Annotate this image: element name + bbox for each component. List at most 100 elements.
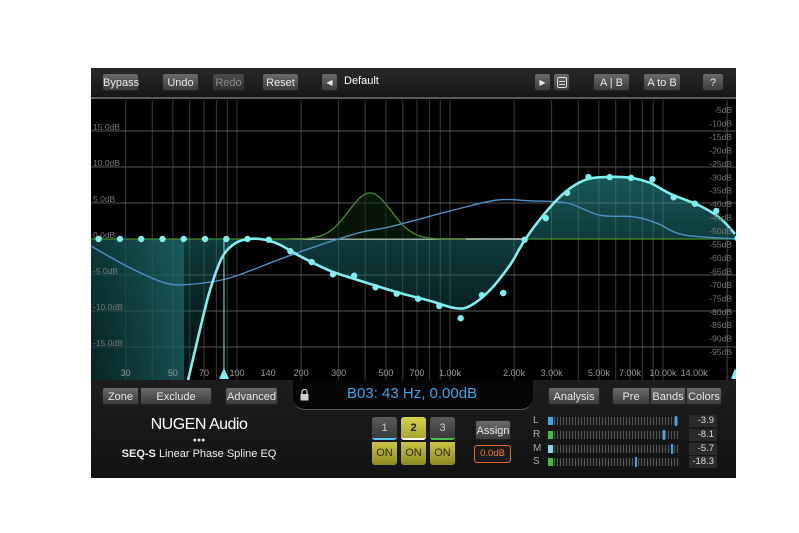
freq-label: 14.00k [681, 368, 709, 378]
zone-button[interactable]: Zone [102, 387, 139, 405]
advanced-button[interactable]: Advanced [225, 387, 278, 405]
level-meter-S [548, 457, 680, 467]
freq-label: 3.00k [541, 368, 564, 378]
spline-point[interactable] [627, 174, 635, 181]
assign-button[interactable]: Assign [475, 420, 511, 440]
exclude-button[interactable]: Exclude [140, 387, 212, 405]
product-desc: Linear Phase Spline EQ [158, 448, 277, 460]
assign-gain-field[interactable]: 0.0dB [474, 445, 511, 463]
preset-list-button[interactable] [553, 73, 570, 91]
spline-point[interactable] [223, 235, 230, 243]
meter-peak [662, 430, 665, 440]
analysis-button[interactable]: Analysis [548, 387, 600, 405]
eq-graph[interactable]: 15.0dB10.0dB5.0dB0.0dB-5.0dB-10.0dB-15.0… [91, 100, 736, 380]
spline-point[interactable] [478, 291, 486, 299]
spline-point[interactable] [159, 235, 166, 243]
bands-button[interactable]: Bands [650, 387, 686, 405]
spline-point[interactable] [713, 207, 720, 215]
spline-point[interactable] [500, 289, 507, 297]
undo-button[interactable]: Undo [162, 73, 199, 91]
ab-toggle-button[interactable]: A | B [593, 73, 630, 91]
preset-name[interactable]: Default [344, 75, 379, 87]
band-on-toggle-1[interactable]: ON [372, 442, 397, 465]
band-select-3[interactable]: 3 [430, 417, 455, 440]
arrow-left-icon: ◀ [326, 78, 333, 87]
a-to-b-button[interactable]: A to B [643, 73, 681, 91]
level-meter-R [548, 430, 680, 440]
right-db-label: -70dB [709, 280, 732, 290]
freq-label: 300 [331, 368, 346, 378]
right-db-label: -40dB [709, 199, 732, 209]
spline-point[interactable] [308, 258, 315, 266]
spline-point[interactable] [563, 189, 571, 197]
spline-point[interactable] [521, 236, 528, 243]
band-on-toggle-2[interactable]: ON [401, 442, 426, 465]
freq-label: 10.00k [649, 368, 677, 378]
freq-label: 2.00k [503, 368, 526, 378]
meter-label-S: S [533, 456, 540, 467]
spline-point[interactable] [457, 315, 464, 322]
spline-point[interactable] [350, 272, 358, 279]
right-db-label: -55dB [709, 240, 732, 250]
spline-point[interactable] [585, 173, 592, 181]
db-label: -5.0dB [93, 266, 118, 276]
spline-point[interactable] [180, 235, 187, 243]
band-select-1[interactable]: 1 [372, 417, 397, 440]
redo-button[interactable]: Redo [212, 73, 245, 91]
spline-point[interactable] [201, 235, 209, 243]
preset-next-button[interactable]: ▶ [534, 73, 551, 91]
spline-point[interactable] [393, 290, 400, 297]
bypass-button[interactable]: Bypass [102, 73, 139, 91]
spline-point[interactable] [287, 248, 294, 255]
pre-button[interactable]: Pre [612, 387, 650, 405]
spline-point[interactable] [95, 235, 102, 243]
freq-label: 5.00k [588, 368, 611, 378]
band-bell-curve[interactable] [274, 192, 466, 240]
spline-point[interactable] [137, 235, 145, 243]
spline-point[interactable] [116, 235, 124, 243]
lock-icon[interactable] [300, 388, 309, 401]
spline-point[interactable] [329, 271, 337, 278]
meter-peak [635, 457, 638, 467]
right-db-label: -15dB [709, 132, 732, 142]
right-db-label: -65dB [709, 266, 732, 276]
colors-button[interactable]: Colors [686, 387, 722, 405]
right-db-label: -5dB [714, 105, 732, 115]
product-title: SEQ-S Linear Phase Spline EQ [121, 448, 277, 460]
arrow-right-icon: ▶ [539, 78, 546, 87]
spline-point[interactable] [436, 302, 443, 310]
right-db-label: -85dB [709, 320, 732, 330]
spline-point[interactable] [414, 295, 422, 302]
spline-point[interactable] [372, 284, 379, 291]
freq-label: 140 [261, 368, 276, 378]
help-button[interactable]: ? [702, 73, 724, 91]
spline-point[interactable] [670, 194, 677, 201]
meter-fill [548, 431, 554, 439]
band-select-2[interactable]: 2 [401, 417, 426, 440]
meter-label-L: L [533, 415, 539, 426]
right-db-label: -30dB [709, 172, 732, 182]
band-on-toggle-3[interactable]: ON [430, 442, 455, 465]
spline-point[interactable] [691, 200, 699, 207]
spline-point[interactable] [606, 173, 613, 181]
preset-prev-button[interactable]: ◀ [321, 73, 338, 91]
spline-point[interactable] [649, 176, 656, 183]
right-db-label: -90dB [709, 334, 732, 344]
spline-point[interactable] [542, 214, 550, 222]
spline-point[interactable] [244, 235, 251, 243]
db-label: -15.0dB [93, 338, 123, 348]
meter-label-M: M [533, 443, 542, 454]
range-marker-handle[interactable] [731, 368, 736, 379]
db-label: 10.0dB [93, 158, 120, 168]
right-db-label: -35dB [709, 186, 732, 196]
nugen-logo: NUGEN Audio [150, 416, 248, 433]
right-db-label: -10dB [709, 118, 732, 128]
right-db-label: -60dB [709, 253, 732, 263]
eq-fill-area [91, 176, 736, 380]
reset-button[interactable]: Reset [262, 73, 299, 91]
spline-point[interactable] [265, 236, 272, 243]
bottom-panel: Zone Exclude Advanced B03: 43 Hz, 0.00dB… [91, 380, 736, 478]
freq-label: 50 [168, 368, 178, 378]
meter-fill [548, 445, 554, 453]
right-db-label: -20dB [709, 145, 732, 155]
